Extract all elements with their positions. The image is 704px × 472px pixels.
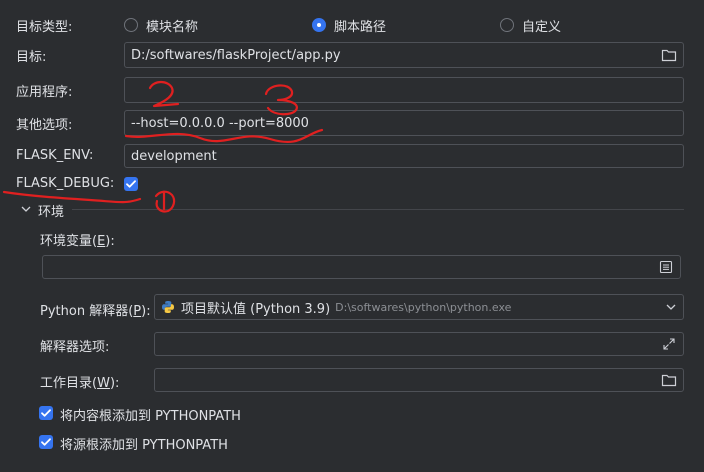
red-annotation-overlay (2, 80, 324, 213)
annotation-mark-1 (154, 190, 176, 213)
annotation-mark-2 (148, 80, 180, 108)
underline-other-options (124, 128, 324, 144)
underline-flask-debug (2, 190, 142, 204)
annotation-mark-3 (264, 84, 298, 116)
